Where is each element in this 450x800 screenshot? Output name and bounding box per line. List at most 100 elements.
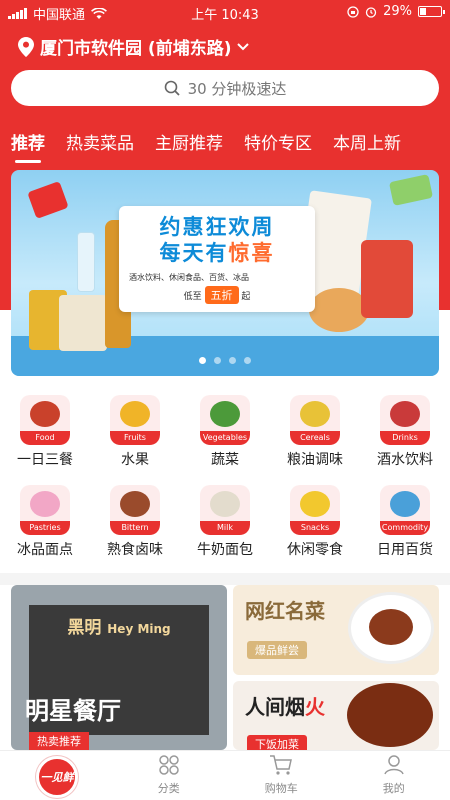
home-logo-button[interactable]: 一见鲜 (36, 756, 78, 798)
battery-percent: 29% (383, 4, 412, 19)
category-product-shape (120, 491, 150, 517)
restaurant-sign: 黑明 Hey Ming (11, 613, 227, 638)
pager-dot[interactable] (244, 357, 251, 364)
promo-famous-dish[interactable]: 网红名菜 爆品鲜尝 (233, 585, 439, 675)
restaurant-footer: 热卖推荐 (29, 732, 89, 750)
category-tag: Snacks (290, 521, 340, 535)
pager-dot[interactable] (214, 357, 221, 364)
cart-icon (270, 755, 293, 775)
category-grid: Food 一日三餐 Fruits 水果 Vegetables 蔬菜 Cereals 粮油调味 D… (0, 395, 450, 575)
category-image: Drinks (380, 395, 430, 445)
tab-cart[interactable]: 购物车 (225, 751, 338, 800)
category-item[interactable]: Commodity 日用百货 (360, 485, 450, 575)
crackers-image (309, 288, 369, 332)
category-item[interactable]: Bittern 熟食卤味 (90, 485, 180, 575)
restaurant-sign-en: Hey Ming (107, 622, 171, 636)
tab-chef-picks[interactable]: 主厨推荐 (155, 129, 223, 154)
pager-dot[interactable] (199, 357, 206, 364)
category-product-shape (300, 401, 330, 427)
category-item[interactable]: Milk 牛奶面包 (180, 485, 270, 575)
biscuit-cup-image (361, 240, 413, 318)
banner-title-line2-a: 每天有 (159, 241, 229, 265)
green-box-image (388, 174, 434, 206)
category-label: 水果 (121, 452, 149, 468)
chevron-down-icon (237, 42, 250, 50)
category-label: 粮油调味 (287, 452, 343, 468)
promo-star-restaurant[interactable]: 黑明 Hey Ming 明星餐厅 热卖推荐 (11, 585, 227, 750)
dish-title: 网红名菜 (245, 599, 325, 623)
category-image: Milk (200, 485, 250, 535)
category-product-shape (120, 401, 150, 427)
location-selector[interactable]: 厦门市软件园 (前埔东路) (18, 34, 250, 59)
battery-icon (418, 6, 445, 17)
location-text: 厦门市软件园 (前埔东路) (40, 39, 232, 59)
home-title-a: 人间烟 (245, 695, 305, 719)
status-right: 29% (347, 4, 445, 19)
tab-profile[interactable]: 我的 (338, 751, 450, 800)
tab-specials[interactable]: 特价专区 (244, 129, 312, 154)
category-image: Commodity (380, 485, 430, 535)
banner-discount-badge: 五折 (204, 286, 239, 304)
tab-recommend[interactable]: 推荐 (11, 129, 45, 163)
category-tag: Cereals (290, 431, 340, 445)
category-product-shape (210, 491, 240, 517)
category-image: Snacks (290, 485, 340, 535)
category-row: Pastries 冰品面点 Bittern 熟食卤味 Milk 牛奶面包 Snacks 休闲零… (0, 485, 450, 575)
section-divider (0, 573, 450, 585)
banner-pager (11, 357, 439, 364)
category-product-shape (390, 401, 420, 427)
banner-title-highlight: 惊喜 (228, 241, 275, 265)
category-tag: Commodity (380, 521, 430, 535)
search-bar[interactable]: 30 分钟极速达 (11, 70, 439, 106)
category-tag: Vegetables (200, 431, 250, 445)
tab-category-label: 分类 (157, 782, 180, 795)
category-tag: Pastries (20, 521, 70, 535)
tab-category[interactable]: 分类 (113, 751, 226, 800)
category-item[interactable]: Fruits 水果 (90, 395, 180, 485)
category-item[interactable]: Snacks 休闲零食 (270, 485, 360, 575)
category-item[interactable]: Pastries 冰品面点 (0, 485, 90, 575)
banner-discount-prefix: 低至 (183, 292, 202, 302)
category-label: 熟食卤味 (107, 542, 163, 558)
promo-home-cooking[interactable]: 人间烟火 下饭加菜 (233, 681, 439, 750)
brand-logo-text: 一见鲜 (40, 771, 74, 784)
red-envelope-image (27, 181, 69, 219)
dish-plate-image (351, 595, 431, 661)
restaurant-sign-cn: 黑明 (67, 618, 102, 638)
dish-chip: 爆品鲜尝 (247, 641, 307, 659)
banner-title-line2: 每天有惊喜 (129, 240, 305, 266)
category-label: 一日三餐 (17, 452, 73, 468)
category-tag: Food (20, 431, 70, 445)
category-image: Bittern (110, 485, 160, 535)
category-item[interactable]: Vegetables 蔬菜 (180, 395, 270, 485)
tab-new-this-week[interactable]: 本周上新 (333, 129, 401, 154)
category-tag: Milk (200, 521, 250, 535)
category-image: Food (20, 395, 70, 445)
category-tag: Fruits (110, 431, 160, 445)
home-chip: 下饭加菜 (247, 735, 307, 750)
tab-cart-label: 购物车 (264, 782, 298, 795)
category-label: 牛奶面包 (197, 542, 253, 558)
tab-profile-label: 我的 (382, 782, 405, 795)
category-item[interactable]: Food 一日三餐 (0, 395, 90, 485)
location-pin-icon (18, 36, 34, 57)
category-product-shape (30, 491, 60, 517)
category-label: 蔬菜 (211, 452, 239, 468)
lock-rotation-icon (347, 5, 359, 18)
category-item[interactable]: Drinks 酒水饮料 (360, 395, 450, 485)
search-placeholder: 30 分钟极速达 (187, 79, 287, 98)
category-product-shape (210, 401, 240, 427)
status-bar: 中国联通 上午 10:43 29% (0, 0, 450, 24)
pager-dot[interactable] (229, 357, 236, 364)
banner-card: 约惠狂欢周 每天有惊喜 酒水饮料、休闲食品、百货、冰品 低至 五折 起 (119, 206, 315, 312)
battery-fill (420, 8, 426, 15)
promo-banner[interactable]: 约惠狂欢周 每天有惊喜 酒水饮料、休闲食品、百货、冰品 低至 五折 起 (11, 170, 439, 376)
tab-hot-dishes[interactable]: 热卖菜品 (66, 129, 134, 154)
category-tag: Drinks (380, 431, 430, 445)
category-tag: Bittern (110, 521, 160, 535)
category-row: Food 一日三餐 Fruits 水果 Vegetables 蔬菜 Cereals 粮油调味 D… (0, 395, 450, 485)
category-grid-icon (159, 755, 179, 775)
category-label: 冰品面点 (17, 542, 73, 558)
category-item[interactable]: Cereals 粮油调味 (270, 395, 360, 485)
rice-bag-image (59, 295, 107, 351)
